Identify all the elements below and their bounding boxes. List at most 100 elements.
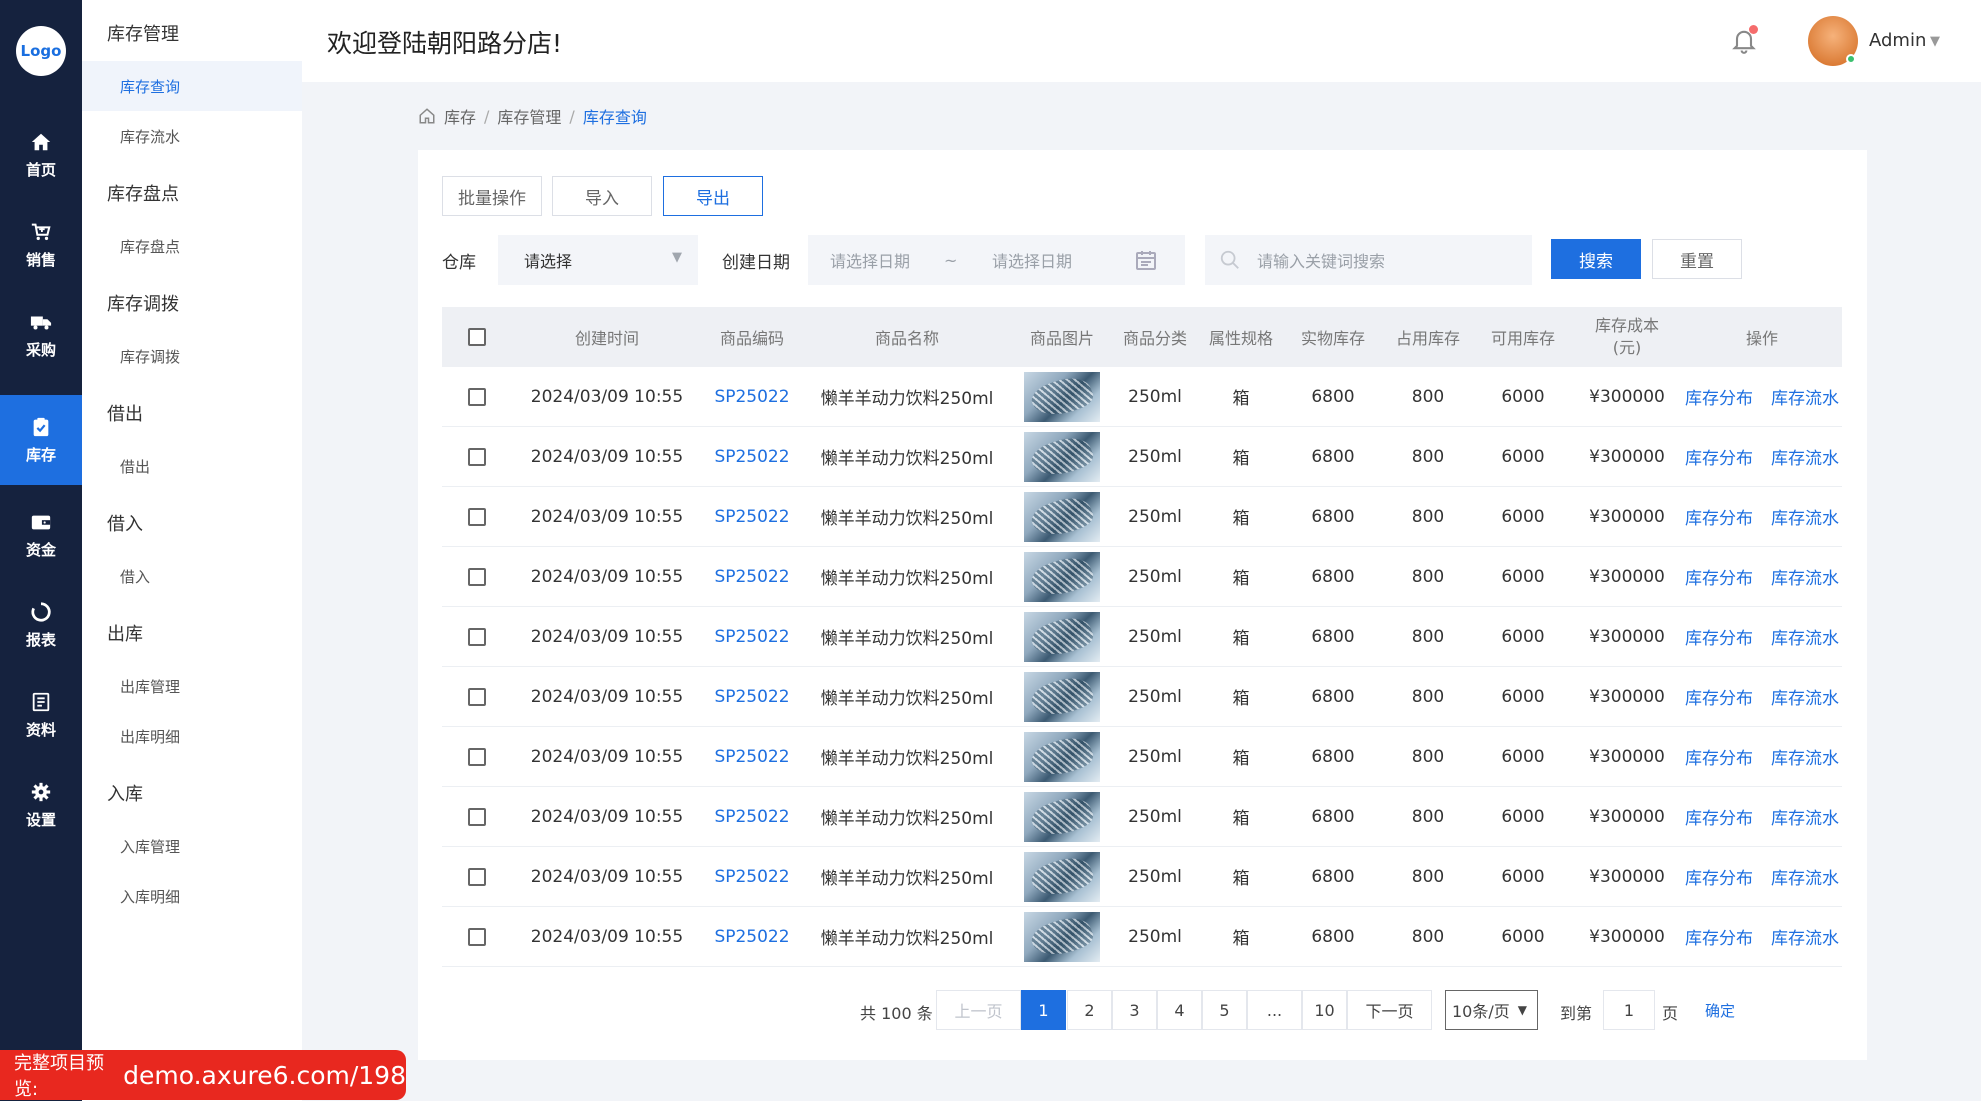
cell-product-code-link[interactable]: SP25022 [702, 847, 802, 906]
cell-product-code-link[interactable]: SP25022 [702, 787, 802, 846]
reset-button[interactable]: 重置 [1652, 239, 1742, 279]
next-page-button[interactable]: 下一页 [1347, 990, 1432, 1030]
menu-item-inventory-query[interactable]: 库存查询 [82, 61, 302, 111]
page-button-3[interactable]: 3 [1112, 990, 1157, 1030]
cell-product-code-link[interactable]: SP25022 [702, 547, 802, 606]
menu-item-borrow-in[interactable]: 借入 [82, 551, 302, 601]
row-checkbox[interactable] [468, 867, 486, 886]
menu-item-transfer[interactable]: 库存调拨 [82, 331, 302, 381]
import-button[interactable]: 导入 [552, 176, 652, 216]
prev-page-button[interactable]: 上一页 [936, 990, 1021, 1030]
menu-item-outbound-management[interactable]: 出库管理 [82, 661, 302, 711]
home-outline-icon[interactable] [418, 107, 436, 125]
row-checkbox[interactable] [468, 687, 486, 706]
stock-distribution-link[interactable]: 库存分布 [1685, 804, 1753, 829]
rail-item-sales[interactable]: 销售 [0, 200, 82, 290]
product-thumbnail[interactable] [1024, 551, 1100, 602]
cell-product-code-link[interactable]: SP25022 [702, 487, 802, 546]
row-checkbox[interactable] [468, 387, 486, 406]
stock-distribution-link[interactable]: 库存分布 [1685, 924, 1753, 949]
stock-distribution-link[interactable]: 库存分布 [1685, 864, 1753, 889]
page-size-select[interactable]: 10条/页 ▼ [1445, 990, 1538, 1030]
stock-distribution-link[interactable]: 库存分布 [1685, 444, 1753, 469]
product-thumbnail[interactable] [1024, 731, 1100, 782]
rail-item-reports[interactable]: 报表 [0, 580, 82, 670]
row-checkbox[interactable] [468, 627, 486, 646]
rail-item-funds[interactable]: 资金 [0, 490, 82, 580]
product-thumbnail[interactable] [1024, 491, 1100, 542]
stock-flow-link[interactable]: 库存流水 [1771, 684, 1839, 709]
stock-flow-link[interactable]: 库存流水 [1771, 384, 1839, 409]
goto-page-input[interactable]: 1 [1603, 990, 1655, 1030]
date-range-picker[interactable]: 请选择日期 ~ 请选择日期 [808, 235, 1185, 285]
cell-product-code-link[interactable]: SP25022 [702, 367, 802, 426]
stock-flow-link[interactable]: 库存流水 [1771, 444, 1839, 469]
menu-item-inventory-flow[interactable]: 库存流水 [82, 111, 302, 161]
page-button-10[interactable]: 10 [1302, 990, 1347, 1030]
cell-product-code-link[interactable]: SP25022 [702, 427, 802, 486]
page-button-5[interactable]: 5 [1202, 990, 1247, 1030]
stock-flow-link[interactable]: 库存流水 [1771, 504, 1839, 529]
stock-distribution-link[interactable]: 库存分布 [1685, 384, 1753, 409]
row-checkbox[interactable] [468, 747, 486, 766]
row-checkbox[interactable] [468, 807, 486, 826]
page-button-2[interactable]: 2 [1067, 990, 1112, 1030]
menu-item-stocktake[interactable]: 库存盘点 [82, 221, 302, 271]
row-checkbox[interactable] [468, 447, 486, 466]
cell-product-code-link[interactable]: SP25022 [702, 907, 802, 966]
menu-group-lend-out[interactable]: 借出 [107, 400, 143, 426]
breadcrumb-item[interactable]: 库存管理 [497, 104, 561, 128]
breadcrumb-item[interactable]: 库存 [444, 104, 476, 128]
stock-distribution-link[interactable]: 库存分布 [1685, 684, 1753, 709]
row-checkbox[interactable] [468, 507, 486, 526]
menu-group-borrow-in[interactable]: 借入 [107, 510, 143, 536]
stock-distribution-link[interactable]: 库存分布 [1685, 744, 1753, 769]
rail-item-data[interactable]: 资料 [0, 670, 82, 760]
user-name[interactable]: Admin [1869, 30, 1926, 51]
stock-distribution-link[interactable]: 库存分布 [1685, 564, 1753, 589]
product-thumbnail[interactable] [1024, 371, 1100, 422]
stock-flow-link[interactable]: 库存流水 [1771, 924, 1839, 949]
stock-flow-link[interactable]: 库存流水 [1771, 564, 1839, 589]
menu-item-outbound-detail[interactable]: 出库明细 [82, 711, 302, 761]
batch-operation-button[interactable]: 批量操作 [442, 176, 542, 216]
menu-group-inventory-management[interactable]: 库存管理 [107, 20, 179, 46]
calendar-icon[interactable] [1134, 248, 1158, 272]
date-end-input[interactable]: 请选择日期 [992, 248, 1072, 272]
search-button[interactable]: 搜索 [1551, 239, 1641, 279]
row-checkbox[interactable] [468, 927, 486, 946]
rail-item-purchase[interactable]: 采购 [0, 290, 82, 380]
stock-flow-link[interactable]: 库存流水 [1771, 624, 1839, 649]
page-button-4[interactable]: 4 [1157, 990, 1202, 1030]
rail-item-inventory[interactable]: 库存 [0, 395, 82, 485]
stock-distribution-link[interactable]: 库存分布 [1685, 624, 1753, 649]
product-thumbnail[interactable] [1024, 851, 1100, 902]
stock-flow-link[interactable]: 库存流水 [1771, 804, 1839, 829]
product-thumbnail[interactable] [1024, 431, 1100, 482]
goto-confirm-button[interactable]: 确定 [1690, 990, 1750, 1030]
rail-item-home[interactable]: 首页 [0, 110, 82, 200]
stock-flow-link[interactable]: 库存流水 [1771, 744, 1839, 769]
row-checkbox[interactable] [468, 567, 486, 586]
keyword-search-input[interactable]: 请输入关键词搜索 [1205, 235, 1532, 285]
select-all-checkbox[interactable] [468, 328, 486, 346]
cell-product-code-link[interactable]: SP25022 [702, 667, 802, 726]
product-thumbnail[interactable] [1024, 611, 1100, 662]
chevron-down-icon[interactable]: ▼ [1930, 34, 1940, 49]
export-button[interactable]: 导出 [663, 176, 763, 216]
stock-distribution-link[interactable]: 库存分布 [1685, 504, 1753, 529]
product-thumbnail[interactable] [1024, 791, 1100, 842]
rail-item-settings[interactable]: 设置 [0, 760, 82, 850]
menu-group-inbound[interactable]: 入库 [107, 780, 143, 806]
product-thumbnail[interactable] [1024, 911, 1100, 962]
warehouse-select[interactable]: 请选择 ▼ [498, 235, 698, 285]
menu-item-inbound-detail[interactable]: 入库明细 [82, 871, 302, 921]
menu-item-lend-out[interactable]: 借出 [82, 441, 302, 491]
cell-product-code-link[interactable]: SP25022 [702, 607, 802, 666]
menu-group-outbound[interactable]: 出库 [107, 620, 143, 646]
page-button-1[interactable]: 1 [1021, 990, 1066, 1030]
product-thumbnail[interactable] [1024, 671, 1100, 722]
date-start-input[interactable]: 请选择日期 [830, 248, 910, 272]
menu-item-inbound-management[interactable]: 入库管理 [82, 821, 302, 871]
stock-flow-link[interactable]: 库存流水 [1771, 864, 1839, 889]
